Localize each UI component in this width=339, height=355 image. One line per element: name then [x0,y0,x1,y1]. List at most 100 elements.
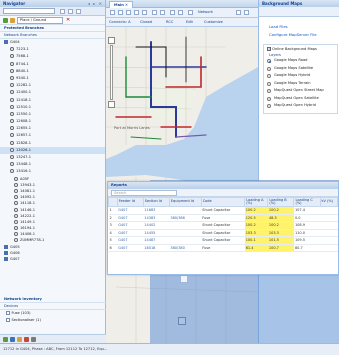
table-row[interactable]: 3 G407 14402 Shunt Capacitor 100.2 100.2 108.9 [108,221,338,230]
zoom-in-button[interactable] [108,37,115,44]
layer-option[interactable]: Google Maps Satellite [264,65,337,73]
tree-node-feeder[interactable]: 13448-1 [0,161,105,168]
flow-icon[interactable] [178,10,183,15]
radio-button[interactable] [267,96,271,101]
tree-node-feeder[interactable]: 12655-1 [0,125,105,132]
layout-icon[interactable] [236,10,241,15]
place-field[interactable]: Place / Ground [17,17,63,24]
expand-all-icon[interactable] [60,9,65,14]
column-header[interactable]: Section Id [142,197,170,207]
filter-icon[interactable] [76,9,81,14]
edit-button[interactable]: Edit [186,20,193,24]
clear-place-icon[interactable]: ✕ [66,17,70,23]
column-header[interactable]: Feeder Id [116,197,144,207]
load-files-link[interactable]: Load Files [269,24,288,29]
configure-link[interactable]: Configure MapServer File [269,32,317,37]
radio-button[interactable] [267,74,271,78]
connects-dropdown[interactable]: Connects: A [109,20,131,24]
tree-node-feeder[interactable]: 8744-1 [0,61,105,68]
layers-icon[interactable] [10,337,15,342]
search-icon[interactable] [152,10,157,15]
tree-node-feeder[interactable]: 12657-1 [0,132,105,139]
layer-option[interactable]: Google Maps Road [264,57,337,65]
online-maps-header[interactable]: Online Background Maps [264,45,337,53]
radio-button[interactable] [267,104,271,108]
column-header[interactable]: Code [200,197,246,207]
tree-node-feeder[interactable]: 7223-1 [0,46,105,53]
radio-button[interactable] [267,81,271,86]
tree-node-root[interactable]: G404 [0,39,105,46]
zoom-in-icon[interactable] [126,10,131,15]
print-icon[interactable] [244,10,249,15]
place-icon[interactable] [3,18,8,23]
find-icon[interactable] [160,10,165,15]
overlay-handle[interactable] [180,275,188,283]
table-row[interactable]: 1 G407 11683 Shunt Capacitor 100.2 100.2 107.4 [108,206,338,215]
table-row[interactable]: 5 G407 14487 Shunt Capacitor 100.1 101.5 109.5 [108,236,338,245]
column-header[interactable]: Equipment Id [168,197,202,207]
tree-node-feeder[interactable]: 12608-1 [0,118,105,125]
devices-header[interactable]: Devices [0,303,106,310]
equipment-icon[interactable] [17,337,22,342]
network-inventory-header[interactable]: Network Inventory [0,296,106,303]
zoom-out-icon[interactable] [134,10,139,15]
tree-node-feeder[interactable]: 13026-1 [0,146,105,154]
radio-button[interactable] [267,66,271,71]
select-tool-icon[interactable] [110,10,115,15]
panel-tools-icon[interactable]: ◂ ▸ ✕ [88,1,103,6]
tree-node-feeder[interactable]: 13416-1 [0,168,105,175]
network-dropdown[interactable]: Network [198,10,213,14]
customize-button[interactable]: Customize [204,20,223,24]
device-item[interactable]: Sectionaliser (1) [0,317,106,324]
column-header[interactable]: Loading A (%) [244,197,269,207]
zoom-extents-icon[interactable] [142,10,147,15]
closed-dropdown[interactable]: Closed [140,20,152,24]
tree-node-feeder[interactable]: 12282-1 [0,82,105,89]
layer-option[interactable]: MapQuest Open Satellite [264,95,337,103]
network-branches-header[interactable]: Network Branches [0,32,105,39]
trace-icon[interactable] [170,10,175,15]
tree-node-feeder[interactable]: 8840-1 [0,68,105,75]
column-header[interactable] [108,197,118,207]
expand-icon[interactable] [6,311,10,315]
column-header[interactable]: Loading B (%) [267,197,295,207]
tree-node-substation[interactable]: G407 [0,256,105,262]
zoom-slider[interactable] [110,45,113,100]
column-header[interactable]: Loading C (%) [293,197,321,207]
ground-icon[interactable] [10,18,15,23]
online-maps-checkbox[interactable] [267,46,271,51]
column-header[interactable]: kV (%) [319,197,339,207]
table-row[interactable]: 4 G407 14455 Shunt Capacitor 103.3 103.3 110.0 [108,229,338,237]
radio-button[interactable] [267,59,271,63]
zoom-out-button[interactable] [108,101,115,108]
layer-option[interactable]: MapQuest Open Hybrid [264,102,337,110]
tab-main[interactable]: Main ✕ [109,1,134,8]
tree-node-feeder[interactable]: 9340-1 [0,75,105,82]
navigator-search-input[interactable] [3,8,55,14]
tree-node-feeder[interactable]: 13247-1 [0,154,105,161]
alert-icon[interactable] [24,337,29,342]
device-item[interactable]: Fuse (103) [0,310,106,317]
table-row[interactable]: 6 G407 18018 380/380 Fuse 61.4 100.7 80.7 [108,244,338,252]
tree-node-feeder[interactable]: 12510-1 [0,104,105,111]
layer-option[interactable]: Google Maps Hybrid [264,72,337,80]
reports-search-input[interactable]: Search [111,190,177,196]
collapse-all-icon[interactable] [68,9,73,14]
settings-icon[interactable] [31,337,36,342]
table-row[interactable]: 2 G407 14383 380/386 Fuse 120.5 48.5 0.0 [108,214,338,222]
filter-icon[interactable] [188,10,193,15]
rcc-dropdown[interactable]: RCC [166,20,173,24]
layer-option[interactable]: Google Maps Terrain [264,80,337,88]
tree-node-feeder[interactable]: 7568-1 [0,53,105,60]
tree-node-feeder[interactable]: 12828-1 [0,140,105,147]
tree-node-feeder[interactable]: 12400-1 [0,89,105,96]
tree-node-feeder[interactable]: 12550-1 [0,111,105,118]
protected-branches-header[interactable]: Protected Branches [0,25,105,32]
network-view-icon[interactable] [3,337,8,342]
pan-tool-icon[interactable] [118,10,123,15]
expand-icon[interactable] [6,318,10,322]
background-maps-toolbar [259,7,339,17]
layer-option[interactable]: MapQuest Open Street Map [264,87,337,95]
tree-node-feeder[interactable]: 12418-1 [0,97,105,104]
radio-button[interactable] [267,89,271,93]
